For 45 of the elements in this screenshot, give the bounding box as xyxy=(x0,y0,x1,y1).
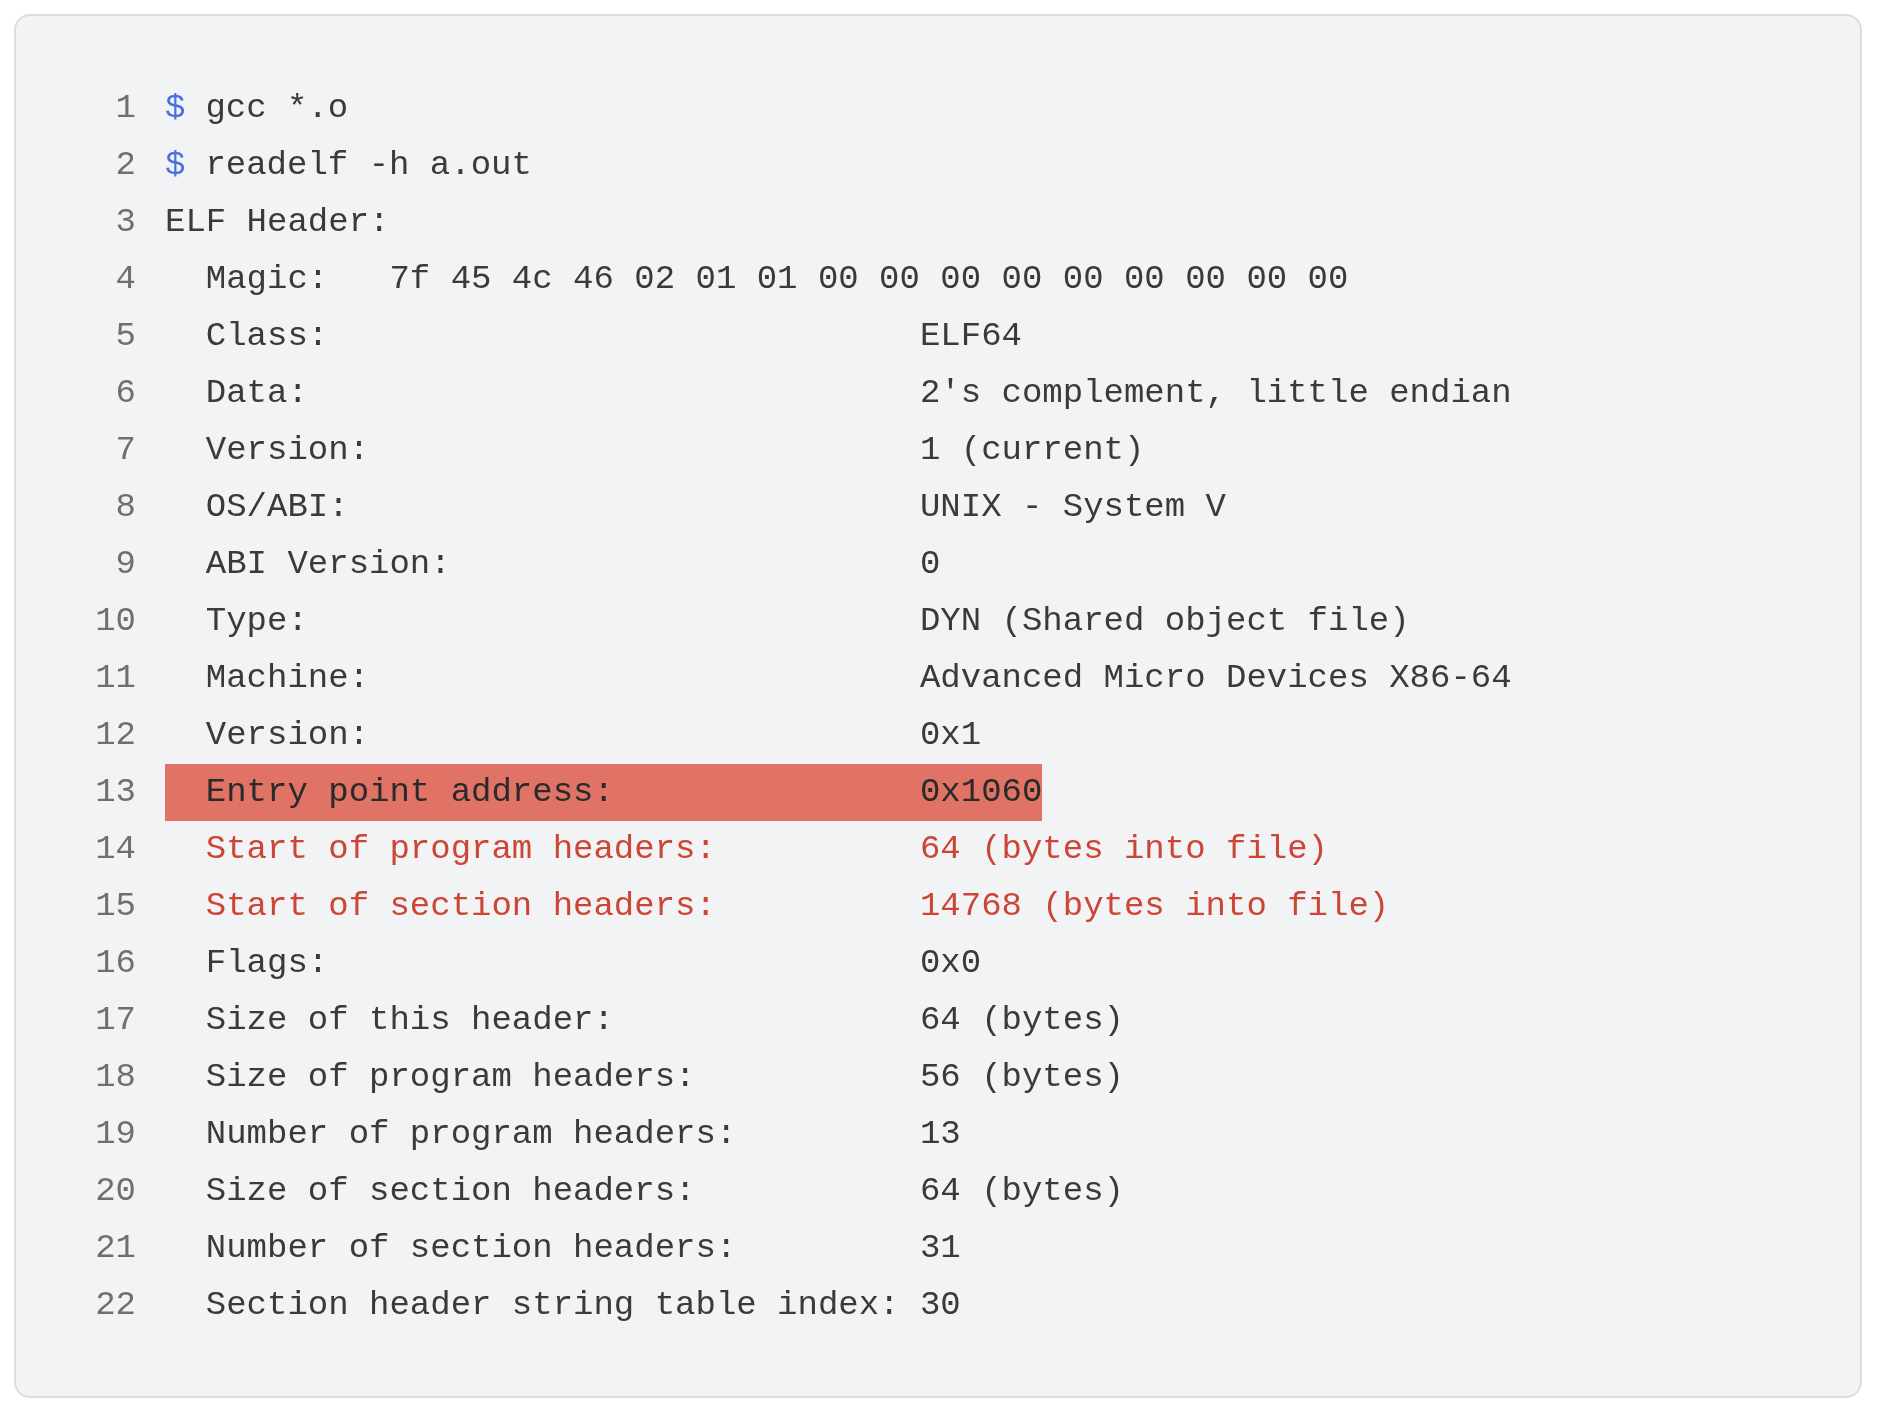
output-line: Version: 1 (current) xyxy=(204,430,1145,471)
line-number: 21 xyxy=(94,1228,136,1269)
line-number: 12 xyxy=(94,715,136,756)
output-line: Version: 0x1 xyxy=(204,715,982,756)
output-line: Size of this header: 64 (bytes) xyxy=(204,1000,1124,1041)
output-line: ABI Version: 0 xyxy=(204,544,941,585)
line-number: 7 xyxy=(114,430,136,471)
prompt-symbol: $ xyxy=(165,88,186,129)
line-number: 17 xyxy=(94,1000,136,1041)
line-number: 16 xyxy=(94,943,136,984)
line-number: 3 xyxy=(114,202,136,243)
output-line: Class: ELF64 xyxy=(204,316,1022,357)
prompt-symbol: $ xyxy=(165,145,186,186)
output-line: Start of program headers: 64 (bytes into file) xyxy=(204,829,1328,870)
output-line: Number of program headers: 13 xyxy=(204,1114,961,1155)
output-line: Section header string table index: 30 xyxy=(204,1285,961,1326)
output-line: Number of section headers: 31 xyxy=(204,1228,961,1269)
line-number: 22 xyxy=(94,1285,136,1326)
output-line: OS/ABI: UNIX - System V xyxy=(204,487,1226,528)
line-number: 14 xyxy=(94,829,136,870)
line-number: 13 xyxy=(94,772,136,813)
line-number: 11 xyxy=(94,658,136,699)
output-line: Type: DYN (Shared object file) xyxy=(204,601,1410,642)
output-line: Start of section headers: 14768 (bytes into file) xyxy=(204,886,1390,927)
output-line: Magic: 7f 45 4c 46 02 01 01 00 00 00 00 00 00 00 00 00 xyxy=(204,259,1349,300)
line-number: 20 xyxy=(94,1171,136,1212)
output-line: ELF Header: xyxy=(165,202,390,243)
line-number: 6 xyxy=(114,373,136,414)
output-line: Flags: 0x0 xyxy=(204,943,982,984)
output-line: Machine: Advanced Micro Devices X86-64 xyxy=(204,658,1512,699)
command-text: readelf -h a.out xyxy=(205,145,532,186)
output-line: Size of section headers: 64 (bytes) xyxy=(204,1171,1124,1212)
line-number: 5 xyxy=(114,316,136,357)
command-text: gcc *.o xyxy=(205,88,349,129)
line-number: 1 xyxy=(114,88,136,129)
line-number: 4 xyxy=(114,259,136,300)
output-line: Size of program headers: 56 (bytes) xyxy=(204,1057,1124,1098)
output-line: Data: 2's complement, little endian xyxy=(204,373,1512,414)
line-number: 9 xyxy=(114,544,136,585)
line-number: 10 xyxy=(94,601,136,642)
line-number: 18 xyxy=(94,1057,136,1098)
line-number: 8 xyxy=(114,487,136,528)
line-number: 19 xyxy=(94,1114,136,1155)
line-number: 15 xyxy=(94,886,136,927)
line-number: 2 xyxy=(114,145,136,186)
